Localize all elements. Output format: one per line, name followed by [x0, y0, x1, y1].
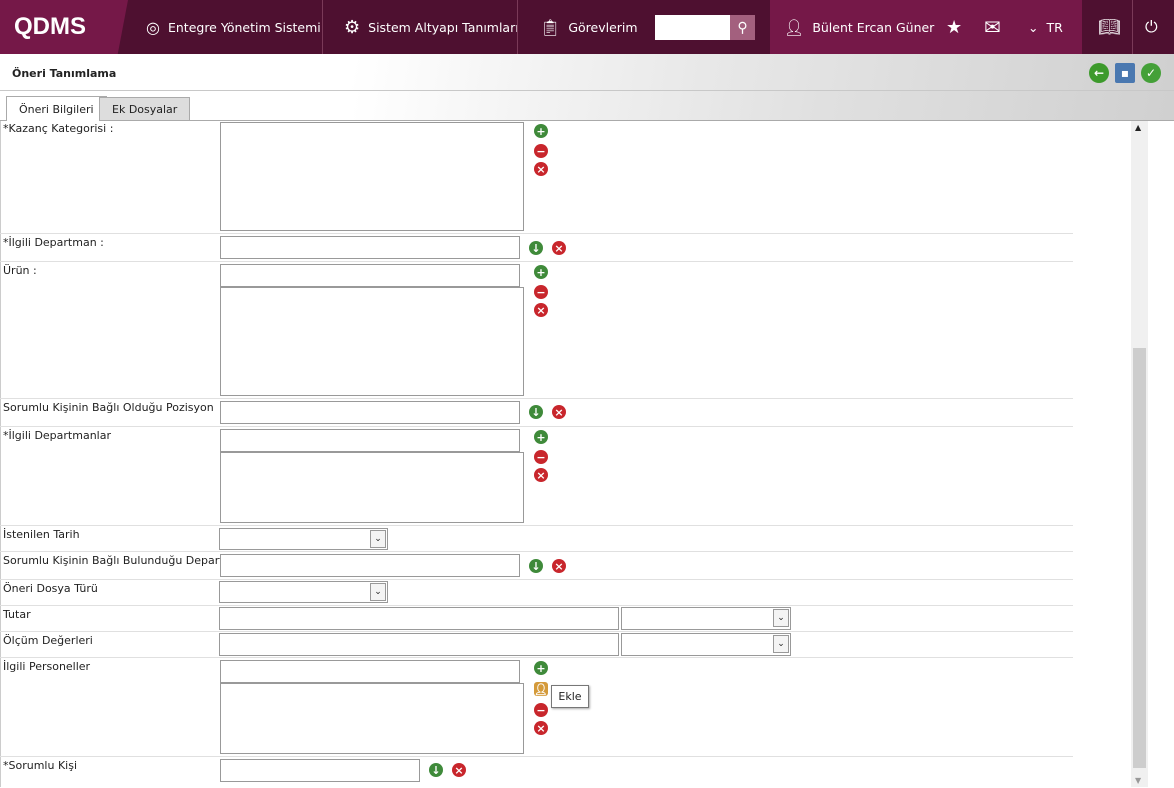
clear-icon[interactable]: × — [552, 405, 566, 419]
remove-icon[interactable]: − — [534, 450, 548, 464]
chevron-down-icon: ⌄ — [1028, 19, 1039, 35]
dosya-turu-select[interactable]: ⌄ — [219, 581, 388, 603]
olcum-input[interactable] — [219, 633, 619, 656]
qdms-logo[interactable]: QDMS — [0, 0, 128, 54]
tutar-input[interactable] — [219, 607, 619, 630]
add-icon[interactable]: + — [534, 430, 548, 444]
label-bagli-departman: Sorumlu Kişinin Bağlı Bulunduğu Departma… — [3, 554, 249, 567]
select-arrow-icon[interactable]: ↓ — [529, 559, 543, 573]
tab-bar: Öneri Bilgileri Ek Dosyalar — [0, 91, 1174, 122]
urun-input[interactable] — [220, 264, 520, 287]
urun-list[interactable] — [220, 287, 524, 396]
confirm-button[interactable]: ✓ — [1141, 63, 1161, 83]
istenilen-tarih-select[interactable]: ⌄ — [219, 528, 388, 550]
page-toolbar: Öneri Tanımlama ← ▪ ✓ — [0, 54, 1174, 91]
user-area: 👤︎ Bülent Ercan Güner ★ ✉ ⌄ TR — [770, 0, 1082, 54]
scrollbar-thumb[interactable] — [1133, 348, 1146, 768]
add-icon[interactable]: + — [534, 661, 548, 675]
nav-entegre[interactable]: ◎ Entegre Yönetim Sistemi — [146, 0, 321, 54]
chevron-down-icon: ⌄ — [773, 609, 789, 627]
ilgili-personeller-input[interactable] — [220, 660, 520, 683]
sorumlu-kisi-input[interactable] — [220, 759, 420, 782]
label-ilgili-departmanlar: *İlgili Departmanlar — [3, 429, 111, 442]
add-icon[interactable]: + — [534, 265, 548, 279]
label-pozisyon: Sorumlu Kişinin Bağlı Olduğu Pozisyon — [3, 401, 214, 414]
user-icon: 👤︎ — [784, 17, 805, 37]
scroll-down-icon[interactable]: ▼ — [1135, 776, 1141, 785]
select-arrow-icon[interactable]: ↓ — [529, 405, 543, 419]
favorites-icon[interactable]: ★ — [946, 0, 962, 54]
search-input[interactable] — [655, 15, 730, 40]
tooltip: Ekle — [551, 685, 589, 708]
ilgili-departmanlar-list[interactable] — [220, 452, 524, 523]
ilgili-departman-input[interactable] — [220, 236, 520, 259]
kazanc-kategorisi-list[interactable] — [220, 122, 524, 231]
search-button[interactable]: ⚲ — [730, 15, 755, 40]
label-sorumlu-kisi: *Sorumlu Kişi — [3, 759, 78, 772]
gear-icon: ⚙ — [344, 16, 361, 38]
clear-icon[interactable]: × — [552, 559, 566, 573]
scroll-up-icon[interactable]: ▲ — [1135, 123, 1141, 132]
back-button[interactable]: ← — [1089, 63, 1109, 83]
add-icon[interactable]: + — [534, 124, 548, 138]
q-icon: ◎ — [146, 17, 160, 37]
chevron-down-icon: ⌄ — [370, 530, 386, 548]
add-person-icon[interactable]: 👤︎ — [534, 682, 548, 696]
label-kazanc-kategorisi: *Kazanç Kategorisi : — [3, 122, 114, 135]
label-oneri-dosya-turu: Öneri Dosya Türü — [3, 582, 98, 595]
tab-ek-dosyalar[interactable]: Ek Dosyalar — [99, 97, 191, 121]
search-icon: ⚲ — [737, 19, 748, 36]
ilgili-personeller-list[interactable] — [220, 683, 524, 754]
nav-gorevlerim[interactable]: 📋︎ Görevlerim — [540, 0, 638, 54]
select-arrow-icon[interactable]: ↓ — [429, 763, 443, 777]
page-title: Öneri Tanımlama — [12, 67, 117, 80]
language-select[interactable]: ⌄ TR — [1028, 0, 1063, 54]
clear-icon[interactable]: × — [534, 721, 548, 735]
remove-icon[interactable]: − — [534, 703, 548, 717]
clear-icon[interactable]: × — [534, 468, 548, 482]
label-ilgili-personeller: İlgili Personeller — [3, 660, 91, 673]
mail-icon[interactable]: ✉ — [984, 0, 1001, 54]
clear-icon[interactable]: × — [452, 763, 466, 777]
clear-icon[interactable]: × — [534, 303, 548, 317]
tutar-currency-select[interactable]: ⌄ — [621, 607, 791, 630]
user-menu[interactable]: 👤︎ Bülent Ercan Güner — [784, 0, 934, 54]
bagli-departman-input[interactable] — [220, 554, 520, 577]
clear-icon[interactable]: × — [552, 241, 566, 255]
remove-icon[interactable]: − — [534, 285, 548, 299]
nav-sistem-altyapi[interactable]: ⚙ Sistem Altyapı Tanımları — [344, 0, 519, 54]
remove-icon[interactable]: − — [534, 144, 548, 158]
clear-icon[interactable]: × — [534, 162, 548, 176]
label-tutar: Tutar — [3, 608, 31, 621]
label-olcum-degerleri: Ölçüm Değerleri — [3, 634, 93, 647]
label-istenilen-tarih: İstenilen Tarih — [3, 528, 80, 541]
power-icon[interactable]: ⏻ — [1145, 0, 1158, 54]
chevron-down-icon: ⌄ — [773, 635, 789, 653]
clipboard-icon: 📋︎ — [540, 17, 561, 37]
save-button[interactable]: ▪ — [1115, 63, 1135, 83]
scrollbar[interactable]: ▲ ▼ — [1131, 121, 1148, 787]
label-urun: Ürün : — [3, 264, 37, 277]
help-book-icon[interactable]: 📖︎ — [1098, 0, 1121, 54]
top-navbar: QDMS ◎ Entegre Yönetim Sistemi ⚙ Sistem Al… — [0, 0, 1174, 54]
olcum-unit-select[interactable]: ⌄ — [621, 633, 791, 656]
tab-oneri-bilgileri[interactable]: Öneri Bilgileri — [6, 96, 107, 122]
pozisyon-input[interactable] — [220, 401, 520, 424]
ilgili-departmanlar-input[interactable] — [220, 429, 520, 452]
select-arrow-icon[interactable]: ↓ — [529, 241, 543, 255]
chevron-down-icon: ⌄ — [370, 583, 386, 601]
label-ilgili-departman: *İlgili Departman : — [3, 236, 104, 249]
